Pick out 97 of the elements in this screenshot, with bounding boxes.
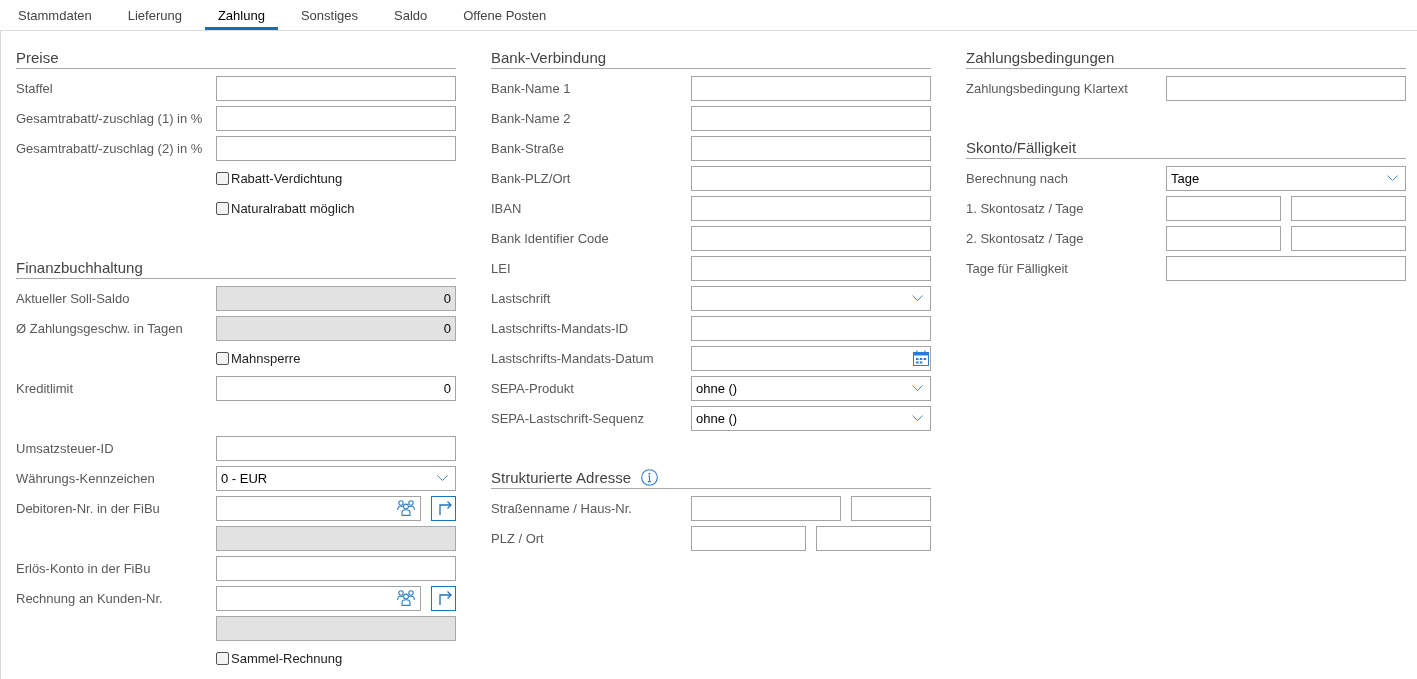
checkbox[interactable]	[216, 351, 229, 365]
input-field[interactable]	[1166, 255, 1406, 281]
input-field[interactable]	[691, 225, 931, 251]
checkbox[interactable]	[216, 201, 229, 215]
checkbox[interactable]	[216, 171, 229, 185]
field-label: Bank-PLZ/Ort	[491, 170, 572, 186]
tab[interactable]: Stammdaten	[5, 0, 105, 30]
chevron-down-icon	[912, 385, 923, 391]
field-label: Debitoren-Nr. in der FiBu	[16, 500, 161, 516]
input-field[interactable]	[691, 315, 931, 341]
input-field[interactable]	[216, 75, 456, 101]
input-field[interactable]	[216, 105, 456, 131]
input-field[interactable]	[1291, 195, 1406, 221]
input-field[interactable]	[1291, 225, 1406, 251]
input-field[interactable]	[691, 135, 931, 161]
input-field[interactable]	[691, 105, 931, 131]
field-label: Erlös-Konto in der FiBu	[16, 560, 152, 576]
tab[interactable]: Saldo	[381, 0, 441, 30]
field-label: Kreditlimit	[16, 380, 75, 396]
field-label: Bank Identifier Code	[491, 230, 610, 246]
checkbox-label: Sammel-Rechnung	[231, 650, 343, 666]
input-field[interactable]	[850, 495, 931, 521]
field-label: Lastschrifts-Mandats-Datum	[491, 350, 655, 366]
readonly-field: 0	[216, 285, 456, 311]
input-field[interactable]	[691, 75, 931, 101]
field-label: Währungs-Kennzeichen	[16, 470, 156, 486]
field-label: Straßenname / Haus-Nr.	[491, 500, 633, 516]
input-field[interactable]	[216, 555, 456, 581]
checkbox-label: Naturalrabatt möglich	[231, 200, 355, 216]
dropdown[interactable]: Tage	[1166, 165, 1406, 191]
readonly-field: 0	[216, 315, 456, 341]
field-label: LEI	[491, 260, 512, 276]
corner-arrow-icon	[437, 589, 452, 605]
dropdown[interactable]: 0 - EUR	[216, 465, 456, 491]
checkbox-label: Mahnsperre	[231, 350, 301, 366]
field-label: Umsatzsteuer-ID	[16, 440, 115, 456]
section-heading: Bank-Verbindung	[491, 48, 607, 66]
field-label: Staffel	[16, 80, 54, 96]
checkbox-label: Rabatt-Verdichtung	[231, 170, 343, 186]
chevron-down-icon	[437, 475, 448, 481]
section-heading: Skonto/Fälligkeit	[966, 138, 1077, 156]
calendar-icon	[913, 350, 929, 366]
input-field[interactable]: 0	[216, 375, 456, 401]
corner-arrow-icon	[437, 499, 452, 515]
field-label: Lastschrift	[491, 290, 552, 306]
field-label: IBAN	[491, 200, 523, 216]
field-label: SEPA-Produkt	[491, 380, 575, 396]
input-field[interactable]	[216, 435, 456, 461]
field-label: Zahlungsbedingung Klartext	[966, 80, 1129, 96]
input-field[interactable]	[691, 165, 931, 191]
input-field[interactable]	[816, 525, 931, 551]
section-heading: Preise	[16, 48, 59, 66]
field-label: Rechnung an Kunden-Nr.	[16, 590, 164, 606]
field-label: 1. Skontosatz / Tage	[966, 200, 1085, 216]
section-heading: Finanzbuchhaltung	[16, 258, 143, 276]
section-heading: Zahlungsbedingungen	[966, 48, 1115, 66]
field-label: PLZ / Ort	[491, 530, 545, 546]
input-field[interactable]	[1166, 75, 1406, 101]
chevron-down-icon	[912, 415, 923, 421]
field-label: Gesamtrabatt/-zuschlag (2) in %	[16, 140, 204, 156]
field-label: Berechnung nach	[966, 170, 1069, 186]
tab[interactable]: Zahlung	[204, 0, 278, 30]
section-heading: Strukturierte Adresse	[491, 468, 632, 486]
input-field[interactable]	[691, 195, 931, 221]
field-label: Gesamtrabatt/-zuschlag (1) in %	[16, 110, 204, 126]
dropdown[interactable]: ohne ()	[691, 405, 931, 431]
field-label: Aktueller Soll-Saldo	[16, 290, 131, 306]
chevron-down-icon	[1387, 175, 1398, 181]
checkbox[interactable]	[216, 651, 229, 665]
field-label: Lastschrifts-Mandats-ID	[491, 320, 630, 336]
people-icon	[397, 590, 415, 606]
lookup-field[interactable]	[216, 495, 421, 521]
field-label: Bank-Name 1	[491, 80, 572, 96]
field-label: Bank-Straße	[491, 140, 565, 156]
tab[interactable]: Lieferung	[114, 0, 195, 30]
dropdown[interactable]	[691, 285, 931, 311]
input-field[interactable]	[691, 525, 806, 551]
input-field[interactable]	[691, 495, 841, 521]
field-label: Bank-Name 2	[491, 110, 572, 126]
field-label: Ø Zahlungsgeschw. in Tagen	[16, 320, 184, 336]
info-icon[interactable]	[641, 468, 659, 486]
input-field[interactable]	[1166, 225, 1281, 251]
lookup-field[interactable]	[216, 585, 421, 611]
input-field[interactable]	[216, 135, 456, 161]
dropdown[interactable]: ohne ()	[691, 375, 931, 401]
link-button[interactable]	[431, 495, 456, 521]
input-field[interactable]	[691, 255, 931, 281]
tab[interactable]: Offene Posten	[450, 0, 560, 30]
field-label: 2. Skontosatz / Tage	[966, 230, 1085, 246]
people-icon	[397, 500, 415, 516]
input-field[interactable]	[1166, 195, 1281, 221]
field-label: SEPA-Lastschrift-Sequenz	[491, 410, 645, 426]
field-label: Tage für Fälligkeit	[966, 260, 1069, 276]
tab[interactable]: Sonstiges	[287, 0, 371, 30]
chevron-down-icon	[912, 295, 923, 301]
link-button[interactable]	[431, 585, 456, 611]
date-field[interactable]	[691, 345, 931, 371]
